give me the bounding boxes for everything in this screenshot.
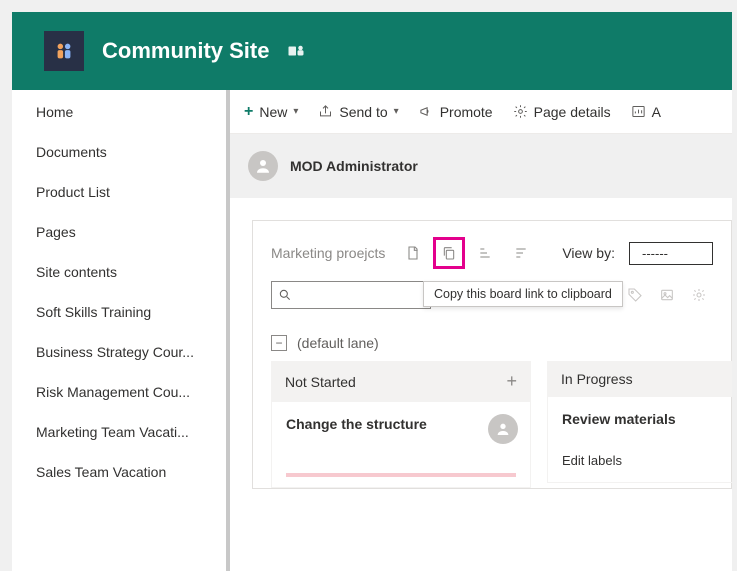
promote-label: Promote <box>440 104 493 120</box>
nav-business-strategy[interactable]: Business Strategy Cour... <box>12 332 226 372</box>
nav-marketing-vacation[interactable]: Marketing Team Vacati... <box>12 412 226 452</box>
nav-pages[interactable]: Pages <box>12 212 226 252</box>
tag-icon[interactable] <box>627 287 643 303</box>
gear-icon <box>513 104 528 119</box>
settings-icon[interactable] <box>691 287 707 303</box>
card-edit-labels-link[interactable]: Edit labels <box>562 453 732 468</box>
image-icon[interactable] <box>659 287 675 303</box>
nav-soft-skills[interactable]: Soft Skills Training <box>12 292 226 332</box>
nav-site-contents[interactable]: Site contents <box>12 252 226 292</box>
board-search[interactable] <box>271 281 431 309</box>
view-by-select[interactable]: ------ <box>629 242 713 265</box>
chevron-down-icon: ▾ <box>394 106 399 117</box>
card-assignee-avatar <box>488 414 518 444</box>
nav-product-list[interactable]: Product List <box>12 172 226 212</box>
author-name: MOD Administrator <box>290 158 418 174</box>
view-by-label: View by: <box>562 245 615 261</box>
analytics-button[interactable]: A <box>631 104 661 120</box>
chevron-down-icon: ▾ <box>293 106 298 117</box>
copy-link-tooltip: Copy this board link to clipboard <box>423 281 623 307</box>
share-icon <box>318 104 333 119</box>
add-card-button[interactable]: + <box>506 371 517 392</box>
nav-documents[interactable]: Documents <box>12 132 226 172</box>
analytics-icon <box>631 104 646 119</box>
author-avatar <box>248 151 278 181</box>
rename-icon[interactable] <box>399 239 427 267</box>
board-name: Marketing proejcts <box>271 245 385 261</box>
new-label: New <box>259 104 287 120</box>
nav-home[interactable]: Home <box>12 92 226 132</box>
send-to-button[interactable]: Send to ▾ <box>318 104 398 120</box>
card[interactable]: Change the structure <box>271 402 531 488</box>
teams-icon <box>287 42 305 60</box>
nav-risk-management[interactable]: Risk Management Cou... <box>12 372 226 412</box>
column-not-started: Not Started + Change the structure <box>271 361 531 488</box>
card[interactable]: Review materials Edit labels <box>547 397 732 483</box>
board-panel: Marketing proejcts <box>252 220 732 489</box>
card-progress-bar <box>286 473 516 477</box>
nav-sales-vacation[interactable]: Sales Team Vacation <box>12 452 226 492</box>
page-details-label: Page details <box>534 104 611 120</box>
author-strip: MOD Administrator <box>230 134 732 198</box>
board-search-input[interactable] <box>298 288 424 303</box>
megaphone-icon <box>419 104 434 119</box>
copy-link-icon[interactable] <box>435 239 463 267</box>
site-header: Community Site <box>12 12 732 90</box>
command-bar: + New ▾ Send to ▾ Promote Page details <box>230 90 732 134</box>
lane-label: (default lane) <box>297 335 379 351</box>
column-title: In Progress <box>561 371 633 387</box>
left-nav: Home Documents Product List Pages Site c… <box>12 90 230 571</box>
plus-icon: + <box>244 103 253 121</box>
site-logo <box>44 31 84 71</box>
lane-header: − (default lane) <box>271 335 713 351</box>
analytics-label: A <box>652 104 661 120</box>
sort-asc-icon[interactable] <box>471 239 499 267</box>
lane-collapse-toggle[interactable]: − <box>271 335 287 351</box>
promote-button[interactable]: Promote <box>419 104 493 120</box>
new-button[interactable]: + New ▾ <box>244 103 298 121</box>
send-to-label: Send to <box>339 104 387 120</box>
card-title: Review materials <box>562 411 732 427</box>
site-title: Community Site <box>102 38 269 64</box>
page-details-button[interactable]: Page details <box>513 104 611 120</box>
search-icon <box>278 288 292 302</box>
sort-desc-icon[interactable] <box>507 239 535 267</box>
column-in-progress: In Progress Review materials Edit labels <box>547 361 732 488</box>
card-title: Change the structure <box>286 416 516 432</box>
column-title: Not Started <box>285 374 356 390</box>
